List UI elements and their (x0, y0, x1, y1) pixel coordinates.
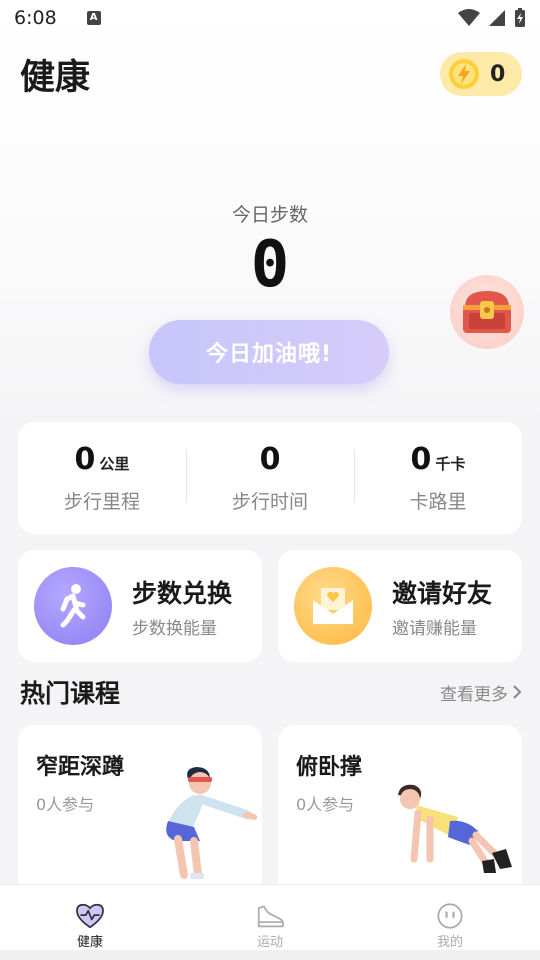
wifi-icon (458, 9, 480, 26)
stats-card: 0 公里 步行里程 0 步行时间 0 千卡 卡路里 (18, 422, 522, 534)
stat-calories-label: 卡路里 (409, 491, 467, 513)
header: 健康 0 (20, 50, 522, 98)
notification-icon: A (86, 11, 101, 25)
signal-icon (489, 10, 505, 26)
step-exchange-title: 步数兑换 (132, 578, 233, 608)
course-card-pushup[interactable]: 俯卧撑 0人参与 (278, 725, 522, 885)
stat-calories: 0 千卡 卡路里 (354, 442, 522, 514)
tab-mine[interactable]: 我的 (360, 885, 540, 950)
status-icons (458, 8, 526, 28)
invite-friends-subtitle: 邀请赚能量 (392, 618, 477, 639)
walker-icon (34, 567, 112, 645)
page-title: 健康 (20, 57, 91, 98)
see-more-link[interactable]: 查看更多 (440, 680, 522, 705)
coin-count: 0 (490, 61, 506, 87)
course-participants: 0人参与 (36, 795, 95, 814)
energy-coin-pill[interactable]: 0 (440, 52, 522, 96)
stat-time-value: 0 (259, 442, 281, 477)
course-participants: 0人参与 (296, 795, 355, 814)
hot-courses-title: 热门课程 (20, 679, 121, 708)
stat-calories-unit: 千卡 (435, 455, 466, 473)
stat-distance-label: 步行里程 (63, 491, 140, 513)
stat-time: 0 步行时间 (186, 442, 354, 514)
treasure-chest-icon (463, 291, 511, 333)
squat-illustration (166, 767, 257, 879)
stat-distance-unit: 公里 (99, 455, 130, 473)
bottom-tab-bar: 健康 运动 我的 (0, 884, 540, 950)
stat-time-label: 步行时间 (231, 491, 308, 513)
course-title: 俯卧撑 (296, 755, 363, 780)
system-nav-strip (0, 950, 540, 960)
steps-label: 今日步数 (231, 204, 308, 226)
course-title: 窄距深蹲 (36, 755, 125, 780)
lightning-coin-icon (449, 59, 479, 89)
chevron-right-icon (513, 685, 522, 699)
invite-friends-title: 邀请好友 (392, 578, 493, 608)
sneaker-icon (257, 905, 284, 928)
envelope-icon (294, 567, 372, 645)
step-exchange-card[interactable]: 步数兑换 步数换能量 (18, 550, 262, 662)
tab-sport[interactable]: 运动 (180, 885, 360, 950)
treasure-chest-button[interactable] (450, 275, 524, 349)
stat-distance: 0 公里 步行里程 (18, 442, 186, 514)
tab-health-label: 健康 (76, 935, 103, 950)
invite-friends-card[interactable]: 邀请好友 邀请赚能量 (278, 550, 522, 662)
cheer-button[interactable]: 今日加油哦! (149, 320, 389, 384)
see-more-label: 查看更多 (440, 684, 508, 705)
tab-sport-label: 运动 (256, 935, 283, 950)
course-card-squat[interactable]: 窄距深蹲 0人参与 (18, 725, 262, 885)
stat-calories-value: 0 (410, 442, 432, 477)
battery-icon (515, 8, 525, 27)
stat-distance-value: 0 (74, 442, 96, 477)
tab-mine-label: 我的 (436, 935, 463, 950)
hot-courses-header: 热门课程 查看更多 (20, 672, 522, 712)
heart-pulse-icon (76, 903, 104, 929)
status-bar: 6:08 A (0, 0, 540, 36)
step-exchange-subtitle: 步数换能量 (132, 618, 217, 639)
face-icon (437, 903, 463, 929)
tab-health[interactable]: 健康 (0, 885, 180, 950)
status-time: 6:08 (14, 7, 57, 29)
pushup-illustration (398, 784, 512, 873)
